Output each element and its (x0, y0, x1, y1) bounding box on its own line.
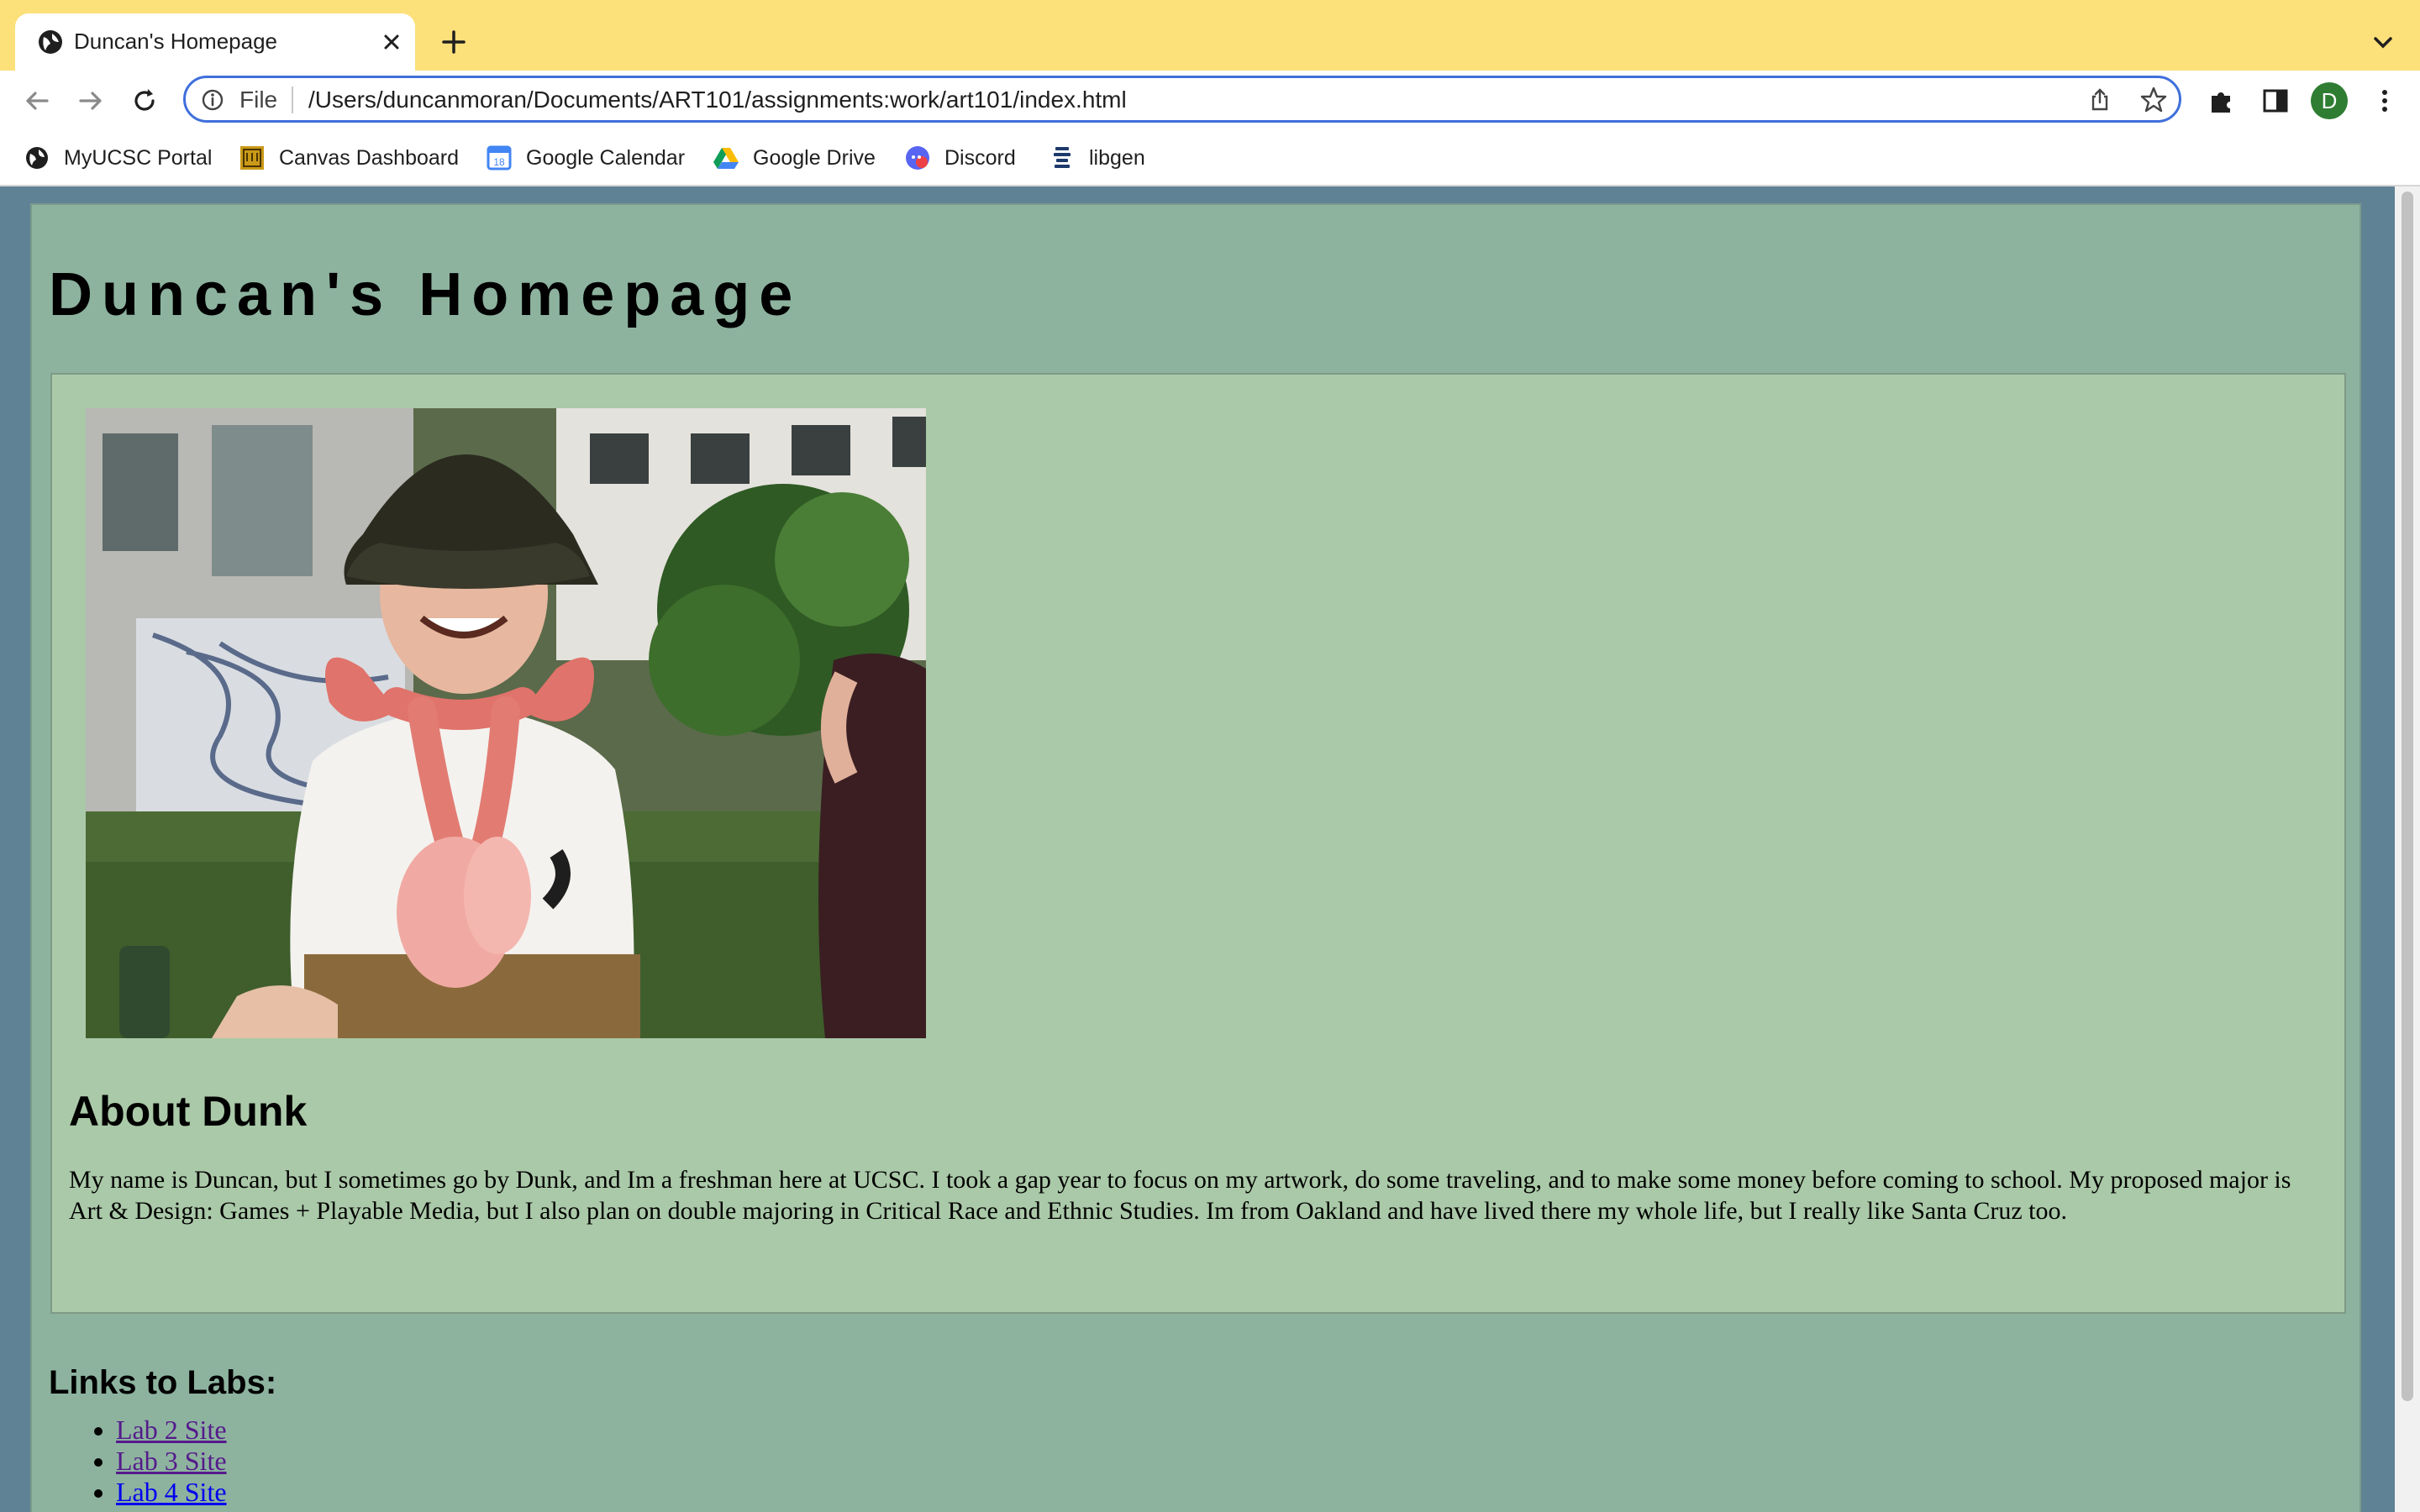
back-arrow-icon[interactable] (20, 84, 54, 118)
bookmark-myucsc-portal[interactable]: MyUCSC Portal (24, 141, 212, 175)
lab-2-link[interactable]: Lab 2 Site (116, 1415, 227, 1445)
scrollbar-thumb[interactable] (2402, 192, 2413, 1401)
links-heading: Links to Labs: (49, 1364, 277, 1401)
bookmark-label: libgen (1089, 145, 1145, 170)
libgen-icon (1054, 147, 1071, 168)
bookmark-google-calendar[interactable]: 18 Google Calendar (486, 141, 685, 175)
tab-strip: Duncan's Homepage (0, 0, 2420, 71)
bookmark-google-drive[interactable]: Google Drive (713, 141, 876, 175)
close-icon[interactable] (376, 27, 407, 57)
lab-links-list: Lab 2 Site Lab 3 Site Lab 4 Site (49, 1415, 227, 1508)
bookmark-discord[interactable]: Discord (904, 141, 1016, 175)
about-paragraph: My name is Duncan, but I sometimes go by… (69, 1166, 2291, 1225)
vertical-scrollbar[interactable] (2395, 186, 2420, 1512)
info-icon[interactable] (201, 88, 224, 112)
list-item: Lab 4 Site (116, 1477, 227, 1508)
address-scheme-label: File (239, 87, 278, 113)
extensions-puzzle-icon[interactable] (2205, 84, 2238, 118)
address-bar[interactable]: File /Users/duncanmoran/Documents/ART101… (183, 76, 2181, 123)
tab-active[interactable]: Duncan's Homepage (15, 13, 415, 71)
globe-icon (26, 147, 48, 169)
globe-icon (39, 30, 62, 54)
bookmark-label: Google Calendar (526, 145, 686, 170)
side-panel-icon[interactable] (2259, 84, 2292, 118)
bookmark-label: Canvas Dashboard (279, 145, 460, 170)
bookmarks-bar: MyUCSC Portal Canvas Dashboard 18 Google… (0, 131, 2420, 186)
chevron-down-icon[interactable] (2368, 27, 2398, 57)
bookmark-label: Google Drive (753, 145, 876, 170)
list-item: Lab 2 Site (116, 1415, 227, 1446)
page-viewport: Duncan's Homepage About Dunk My name is … (0, 186, 2420, 1512)
profile-avatar[interactable]: D (2311, 82, 2348, 119)
drive-icon (713, 148, 739, 169)
forward-arrow-icon[interactable] (74, 84, 108, 118)
new-tab-icon[interactable] (437, 25, 471, 59)
about-section: About Dunk My name is Duncan, but I some… (50, 373, 2346, 1314)
svg-text:18: 18 (493, 156, 505, 168)
bookmark-label: MyUCSC Portal (64, 145, 213, 170)
lab-4-link[interactable]: Lab 4 Site (116, 1477, 227, 1507)
bookmark-label: Discord (944, 145, 1016, 170)
bookmark-libgen[interactable]: libgen (1049, 141, 1145, 175)
page-title: Duncan's Homepage (49, 261, 802, 328)
list-item: Lab 3 Site (116, 1446, 227, 1477)
discord-icon (906, 146, 929, 170)
bookmark-canvas-dashboard[interactable]: Canvas Dashboard (239, 141, 459, 175)
address-divider (292, 87, 293, 113)
more-menu-icon[interactable] (2368, 84, 2402, 118)
bookmark-star-icon[interactable] (2139, 85, 2169, 115)
calendar-icon: 18 (487, 145, 512, 171)
reload-icon[interactable] (128, 84, 161, 118)
ucsc-icon (240, 146, 264, 170)
share-icon[interactable] (2086, 87, 2113, 113)
browser-toolbar: File /Users/duncanmoran/Documents/ART101… (0, 71, 2420, 131)
address-url[interactable]: /Users/duncanmoran/Documents/ART101/assi… (308, 87, 1127, 113)
tab-title: Duncan's Homepage (74, 29, 277, 54)
about-heading: About Dunk (69, 1088, 308, 1135)
lab-3-link[interactable]: Lab 3 Site (116, 1446, 227, 1476)
page-container: Duncan's Homepage About Dunk My name is … (30, 203, 2361, 1512)
portrait-photo (86, 408, 926, 1038)
